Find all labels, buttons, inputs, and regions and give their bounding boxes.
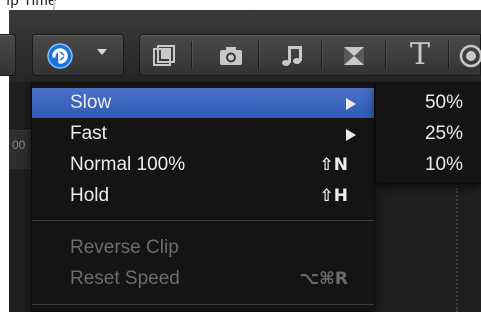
menu-separator bbox=[32, 304, 374, 305]
submenu-item-label: 10% bbox=[424, 154, 463, 175]
video-filters-icon[interactable] bbox=[152, 43, 178, 69]
submenu-item-10[interactable]: 10% bbox=[376, 150, 481, 180]
titles-icon[interactable]: T bbox=[410, 35, 430, 75]
submenu-arrow-icon bbox=[346, 129, 356, 141]
top-strip-label: ı̈p Time bbox=[6, 0, 57, 9]
submenu-item-label: 50% bbox=[424, 92, 463, 113]
partial-toolbar-button[interactable] bbox=[0, 34, 16, 76]
menu-item-label: Reset Speed bbox=[70, 268, 180, 289]
submenu-item-25[interactable]: 25% bbox=[376, 119, 481, 149]
menu-item-hold[interactable]: Hold ⇧H bbox=[32, 181, 374, 211]
menu-item-label: Reverse Clip bbox=[70, 237, 179, 258]
menu-item-shortcut: ⌥⌘R bbox=[299, 269, 348, 289]
media-tools-group: T bbox=[139, 34, 481, 76]
transitions-icon[interactable] bbox=[341, 43, 367, 69]
top-strip: ı̈p Time bbox=[0, 0, 481, 10]
menu-item-normal[interactable]: Normal 100% ⇧N bbox=[32, 150, 374, 180]
retime-speedometer-icon bbox=[47, 43, 73, 69]
menu-separator bbox=[32, 220, 374, 221]
toolbar-separator bbox=[321, 41, 322, 69]
submenu-arrow-icon bbox=[346, 98, 356, 110]
toolbar-separator bbox=[385, 41, 386, 69]
timeline-divider bbox=[456, 188, 460, 312]
retime-button[interactable] bbox=[32, 34, 124, 76]
retime-menu: Slow Fast Normal 100% ⇧N Hold ⇧H Reverse… bbox=[31, 82, 375, 312]
top-strip-divider bbox=[53, 0, 55, 10]
ruler-timecode: 00 bbox=[12, 138, 26, 152]
chevron-down-icon bbox=[97, 49, 107, 55]
music-note-icon[interactable] bbox=[280, 43, 306, 69]
menu-item-reset-speed: Reset Speed ⌥⌘R bbox=[32, 264, 374, 294]
menu-item-label: Fast bbox=[70, 123, 107, 144]
menu-item-fast[interactable]: Fast bbox=[32, 119, 374, 149]
menu-item-reverse-clip: Reverse Clip bbox=[32, 233, 374, 263]
menu-item-slow[interactable]: Slow bbox=[32, 88, 374, 118]
themes-icon[interactable] bbox=[458, 43, 481, 69]
menu-item-shortcut: ⇧N bbox=[319, 155, 348, 175]
menu-item-label: Normal 100% bbox=[70, 154, 186, 175]
menu-item-label: Slow bbox=[70, 92, 112, 113]
toolbar-separator bbox=[448, 41, 449, 69]
photo-camera-icon[interactable] bbox=[218, 43, 244, 69]
menu-item-shortcut: ⇧H bbox=[319, 186, 348, 206]
submenu-item-50[interactable]: 50% bbox=[376, 88, 481, 118]
toolbar-separator bbox=[191, 41, 192, 69]
submenu-item-label: 25% bbox=[424, 123, 463, 144]
menu-item-label: Hold bbox=[70, 185, 110, 206]
toolbar-separator bbox=[258, 41, 259, 69]
slow-submenu: 50% 25% 10% bbox=[375, 82, 481, 184]
